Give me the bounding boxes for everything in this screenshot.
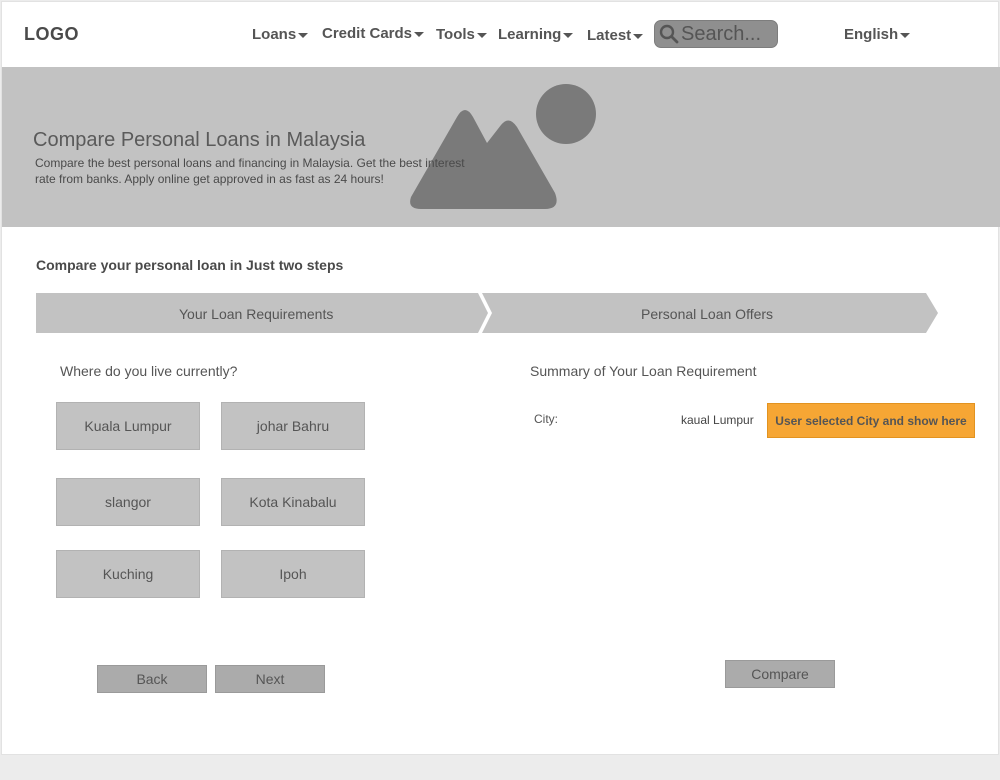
- search-box[interactable]: [654, 20, 778, 48]
- nav-learning-label: Learning: [498, 26, 562, 43]
- step-progress-bar: [36, 293, 938, 333]
- image-placeholder-icon: [410, 84, 596, 209]
- back-button[interactable]: Back: [97, 665, 207, 693]
- city-button[interactable]: Kuching: [56, 550, 200, 598]
- language-selector[interactable]: English: [844, 26, 911, 43]
- location-question: Where do you live currently?: [60, 363, 238, 379]
- city-button[interactable]: johar Bahru: [221, 402, 365, 450]
- page: LOGO Loans Credit Cards Tools Learning L…: [1, 1, 1000, 755]
- chevron-down-icon: [298, 32, 309, 38]
- city-button[interactable]: Kota Kinabalu: [221, 478, 365, 526]
- hero-description: Compare the best personal loans and fina…: [35, 156, 465, 186]
- compare-button[interactable]: Compare: [725, 660, 835, 688]
- summary-heading: Summary of Your Loan Requirement: [530, 363, 757, 379]
- hero-banner: Compare Personal Loans in Malaysia Compa…: [2, 67, 1000, 227]
- nav-credit-cards-label: Credit Cards: [322, 25, 413, 42]
- chevron-down-icon: [563, 32, 574, 38]
- nav-loans[interactable]: Loans: [252, 26, 309, 43]
- chevron-down-icon: [900, 32, 911, 38]
- nav-latest[interactable]: Latest: [587, 27, 644, 44]
- selected-city-note: User selected City and show here: [767, 403, 975, 438]
- chevron-down-icon: [633, 33, 644, 39]
- summary-city-value: kaual Lumpur: [681, 413, 754, 427]
- nav-credit-cards[interactable]: Credit Cards: [322, 25, 425, 42]
- nav-latest-label: Latest: [587, 27, 632, 44]
- nav-loans-label: Loans: [252, 26, 297, 43]
- search-icon: [659, 24, 679, 44]
- chevron-down-icon: [476, 32, 487, 38]
- nav-learning[interactable]: Learning: [498, 26, 574, 43]
- hero-title: Compare Personal Loans in Malaysia: [33, 129, 366, 151]
- steps-title: Compare your personal loan in Just two s…: [36, 257, 344, 273]
- logo[interactable]: LOGO: [24, 24, 79, 45]
- city-button[interactable]: Ipoh: [221, 550, 365, 598]
- summary-city-label: City:: [534, 412, 558, 426]
- step-2-label[interactable]: Personal Loan Offers: [641, 306, 773, 322]
- nav-tools[interactable]: Tools: [436, 26, 487, 43]
- search-input[interactable]: [681, 22, 777, 46]
- language-label: English: [844, 26, 899, 43]
- city-button[interactable]: slangor: [56, 478, 200, 526]
- city-button[interactable]: Kuala Lumpur: [56, 402, 200, 450]
- nav-tools-label: Tools: [436, 26, 475, 43]
- step-1-label[interactable]: Your Loan Requirements: [179, 306, 333, 322]
- next-button[interactable]: Next: [215, 665, 325, 693]
- chevron-down-icon: [414, 31, 425, 37]
